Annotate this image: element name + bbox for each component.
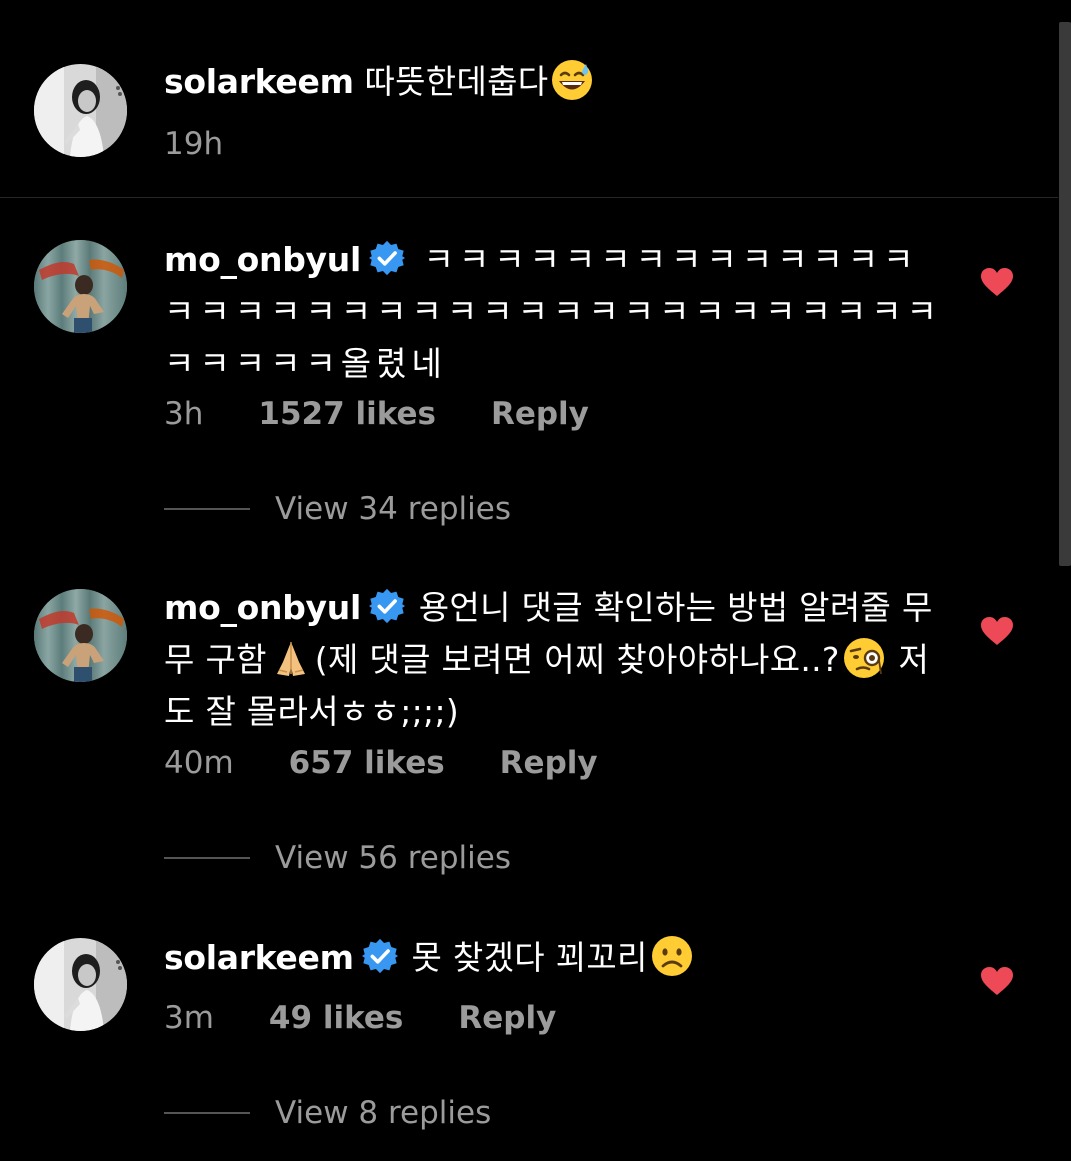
username[interactable]: solarkeem bbox=[164, 938, 354, 977]
comment-text: 못 찾겠다 꾀꼬리 bbox=[411, 938, 648, 977]
timestamp: 19h bbox=[164, 126, 224, 162]
view-replies-button[interactable]: View 8 replies bbox=[164, 1093, 491, 1133]
likes-count[interactable]: 49 likes bbox=[269, 1000, 403, 1036]
view-replies-label: View 8 replies bbox=[275, 1095, 492, 1131]
divider bbox=[0, 197, 1058, 198]
caption-text: solarkeem 따뜻한데춥다 bbox=[164, 56, 944, 108]
avatar[interactable] bbox=[34, 64, 127, 157]
reply-button[interactable]: Reply bbox=[500, 745, 598, 781]
verified-badge-icon bbox=[369, 588, 405, 624]
comment-body: mo_onbyul 용언니 댓글 확인하는 방법 알려줄 무무 구함 (제 댓글 … bbox=[164, 582, 944, 738]
slightly-frowning-face-emoji-icon bbox=[650, 934, 694, 978]
scrollbar[interactable] bbox=[1059, 22, 1071, 566]
replies-line bbox=[164, 508, 250, 510]
timestamp: 40m bbox=[164, 745, 234, 781]
replies-line bbox=[164, 857, 250, 859]
folded-hands-emoji-icon bbox=[269, 636, 313, 680]
timestamp: 3h bbox=[164, 396, 204, 432]
comment-body: solarkeem 못 찾겠다 꾀꼬리 bbox=[164, 932, 944, 984]
avatar[interactable] bbox=[34, 589, 127, 682]
username[interactable]: mo_onbyul bbox=[164, 240, 361, 279]
comment-body: mo_onbyul ㅋㅋㅋㅋㅋㅋㅋㅋㅋㅋㅋㅋㅋㅋㅋㅋㅋㅋㅋㅋㅋㅋㅋㅋㅋㅋㅋㅋㅋㅋ… bbox=[164, 234, 944, 390]
comment-text-middle: (제 댓글 보려면 어찌 찾아야하나요..? bbox=[314, 640, 840, 679]
reply-button[interactable]: Reply bbox=[458, 1000, 556, 1036]
timestamp: 3m bbox=[164, 1000, 214, 1036]
likes-count[interactable]: 1527 likes bbox=[258, 396, 436, 432]
view-replies-label: View 34 replies bbox=[275, 491, 511, 527]
username[interactable]: mo_onbyul bbox=[164, 588, 361, 627]
username[interactable]: solarkeem bbox=[164, 62, 354, 101]
view-replies-button[interactable]: View 34 replies bbox=[164, 489, 511, 529]
verified-badge-icon bbox=[362, 938, 398, 974]
avatar[interactable] bbox=[34, 240, 127, 333]
comment-meta: 3h 1527 likes Reply bbox=[164, 394, 589, 434]
view-replies-button[interactable]: View 56 replies bbox=[164, 838, 511, 878]
caption-meta: 19h bbox=[164, 124, 278, 164]
reply-button[interactable]: Reply bbox=[491, 396, 589, 432]
like-heart-icon[interactable] bbox=[980, 966, 1014, 996]
comment-text: 따뜻한데춥다 bbox=[364, 62, 549, 101]
like-heart-icon[interactable] bbox=[980, 267, 1014, 297]
view-replies-label: View 56 replies bbox=[275, 840, 511, 876]
like-heart-icon[interactable] bbox=[980, 616, 1014, 646]
face-with-monocle-emoji-icon bbox=[842, 636, 886, 680]
avatar[interactable] bbox=[34, 938, 127, 1031]
replies-line bbox=[164, 1112, 250, 1114]
likes-count[interactable]: 657 likes bbox=[289, 745, 445, 781]
sweat-smile-emoji-icon bbox=[550, 58, 594, 102]
comment-meta: 3m 49 likes Reply bbox=[164, 998, 556, 1038]
verified-badge-icon bbox=[369, 240, 405, 276]
comment-meta: 40m 657 likes Reply bbox=[164, 743, 598, 783]
